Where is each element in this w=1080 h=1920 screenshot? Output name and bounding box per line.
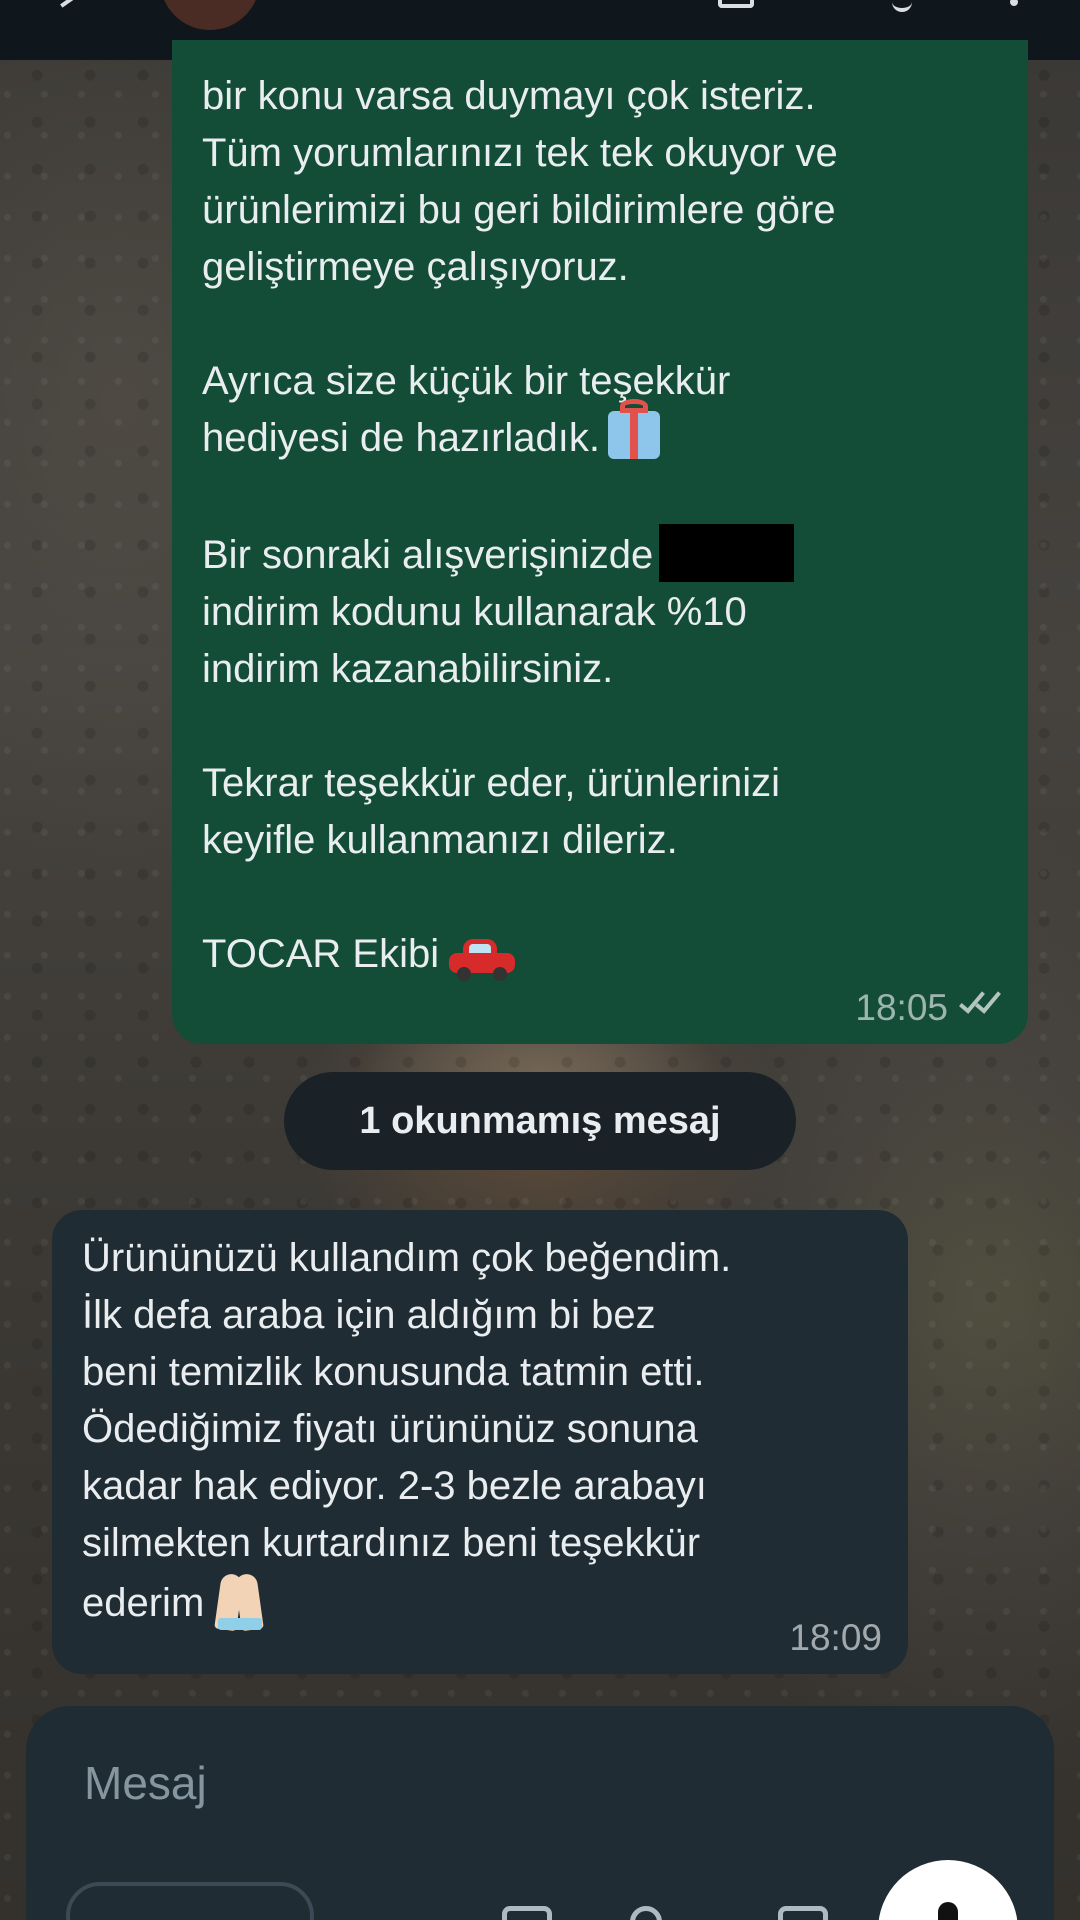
message-line: keyifle kullanmanızı dileriz. <box>202 818 678 862</box>
signature-text: TOCAR Ekibi <box>202 932 440 976</box>
message-line: hediyesi de hazırladık. <box>202 399 1000 467</box>
message-line: indirim kodunu kullanarak %10 <box>202 590 747 634</box>
gift-icon <box>608 399 661 459</box>
attach-icon[interactable] <box>502 1906 552 1920</box>
message-line: beni temizlik konusunda tatmin etti. <box>82 1350 705 1394</box>
message-line: geliştirmeye çalışıyoruz. <box>202 245 629 289</box>
emoji-icon[interactable] <box>66 1882 314 1920</box>
redacted-discount-code <box>659 524 795 582</box>
message-line: Ayrıca size küçük bir teşekkür <box>202 359 731 403</box>
message-time: 18:09 <box>789 1617 882 1658</box>
message-text: hediyesi de hazırladık. <box>202 416 601 460</box>
message-line: Ödediğimiz fiyatı ürününüz sonuna <box>82 1407 698 1451</box>
message-line: ederim <box>82 1572 878 1632</box>
message-text: ederim <box>82 1581 205 1625</box>
incoming-message[interactable]: Ürününüzü kullandım çok beğendim. İlk de… <box>52 1210 908 1674</box>
car-icon <box>449 939 516 981</box>
message-line: silmekten kurtardınız beni teşekkür <box>82 1521 701 1565</box>
unread-label: 1 okunmamış mesaj <box>359 1099 721 1142</box>
double-check-icon <box>959 986 1004 1021</box>
arrow-left-icon[interactable] <box>60 0 74 8</box>
contact-avatar[interactable] <box>160 0 260 30</box>
message-text: Bir sonraki alışverişinizde <box>202 533 654 577</box>
message-time: 18:05 <box>855 987 948 1028</box>
message-line: kadar hak ediyor. 2-3 bezle arabayı <box>82 1464 707 1508</box>
phone-icon[interactable] <box>892 0 912 12</box>
video-camera-icon[interactable] <box>718 0 754 8</box>
outgoing-message[interactable]: bir konu varsa duymayı çok isteriz. Tüm … <box>172 40 1028 1044</box>
message-line: TOCAR Ekibi <box>202 926 1000 983</box>
message-input[interactable]: Mesaj <box>84 1756 207 1810</box>
message-line: indirim kazanabilirsiniz. <box>202 647 614 691</box>
message-line: Tekrar teşekkür eder, ürünlerinizi <box>202 761 781 805</box>
message-line: bir konu varsa duymayı çok isteriz. <box>202 74 816 118</box>
message-line: Ürününüzü kullandım çok beğendim. <box>82 1236 732 1280</box>
folded-hands-icon <box>214 1572 265 1632</box>
message-line: İlk defa araba için aldığım bi bez <box>82 1293 656 1337</box>
unread-messages-divider: 1 okunmamış mesaj <box>284 1072 796 1170</box>
message-line: Bir sonraki alışverişinizde <box>202 524 1000 584</box>
message-line: ürünlerimizi bu geri bildirimlere göre <box>202 188 836 232</box>
payment-icon[interactable] <box>630 1906 662 1920</box>
camera-icon[interactable] <box>778 1906 828 1920</box>
more-vertical-icon[interactable] <box>1010 0 1018 6</box>
message-meta: 18:09 <box>789 1618 882 1658</box>
message-line: Tüm yorumlarınızı tek tek okuyor ve <box>202 131 838 175</box>
message-meta: 18:05 <box>855 986 1004 1028</box>
